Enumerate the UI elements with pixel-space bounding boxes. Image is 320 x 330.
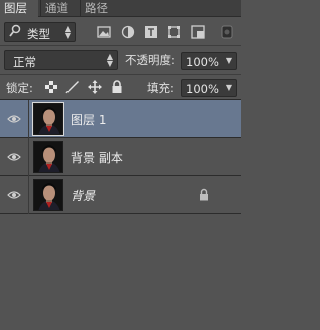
layer-thumbnail[interactable] (32, 102, 64, 136)
divider (28, 100, 29, 138)
chevron-updown-icon: ▲ ▼ (106, 52, 113, 68)
layer-thumbnail[interactable] (33, 179, 63, 211)
filter-kind-label: 类型 (27, 27, 50, 41)
lock-icon (199, 188, 209, 201)
divider (0, 45, 241, 46)
shape-filter-icon[interactable] (166, 24, 182, 40)
type-filter-icon[interactable] (143, 24, 159, 40)
opacity-value: 100% (186, 55, 219, 69)
divider (28, 176, 29, 214)
divider (28, 138, 29, 176)
blend-mode-value: 正常 (13, 55, 36, 69)
adjustment-filter-icon[interactable] (120, 24, 136, 40)
lock-all-icon[interactable] (110, 80, 124, 94)
chevron-updown-icon: ▲ ▼ (64, 24, 71, 40)
panel-tabbar: 图层 通道 路径 (0, 0, 241, 18)
tab-paths[interactable]: 路径 (80, 0, 114, 17)
lock-position-icon[interactable] (88, 80, 102, 94)
layer-thumbnail[interactable] (33, 141, 63, 173)
search-icon (9, 24, 21, 41)
lock-transparent-icon[interactable] (44, 80, 58, 94)
lock-label: 锁定: (6, 81, 33, 95)
divider (0, 74, 241, 75)
eye-icon[interactable] (7, 151, 21, 161)
fill-field[interactable]: 100% ▼ (181, 79, 237, 97)
chevron-down-icon[interactable]: ▼ (226, 56, 232, 65)
layer-name[interactable]: 图层 1 (71, 111, 106, 128)
tab-channels[interactable]: 通道 (40, 0, 78, 17)
fill-value: 100% (186, 82, 219, 96)
fill-label: 填充: (147, 81, 174, 95)
eye-icon[interactable] (7, 189, 21, 199)
layer-row[interactable]: 图层 1 (0, 100, 241, 138)
blend-mode-select[interactable]: 正常 ▲ ▼ (4, 50, 118, 70)
opacity-field[interactable]: 100% ▼ (181, 52, 237, 70)
filter-kind-select[interactable]: 类型 ▲ ▼ (4, 22, 76, 42)
opacity-label: 不透明度: (125, 53, 175, 67)
image-filter-icon[interactable] (96, 24, 112, 40)
tab-layers[interactable]: 图层 (0, 0, 38, 18)
lock-image-icon[interactable] (65, 80, 79, 94)
eye-icon[interactable] (7, 113, 21, 123)
smart-object-filter-icon[interactable] (190, 24, 206, 40)
layers-list: 图层 1 背景 副本 背景 (0, 99, 241, 215)
layer-name[interactable]: 背景 (71, 187, 95, 204)
filter-toggle-icon[interactable] (216, 24, 234, 40)
layer-row[interactable]: 背景 (0, 176, 241, 214)
chevron-down-icon[interactable]: ▼ (226, 83, 232, 92)
layer-name[interactable]: 背景 副本 (71, 149, 123, 166)
layer-row[interactable]: 背景 副本 (0, 138, 241, 176)
